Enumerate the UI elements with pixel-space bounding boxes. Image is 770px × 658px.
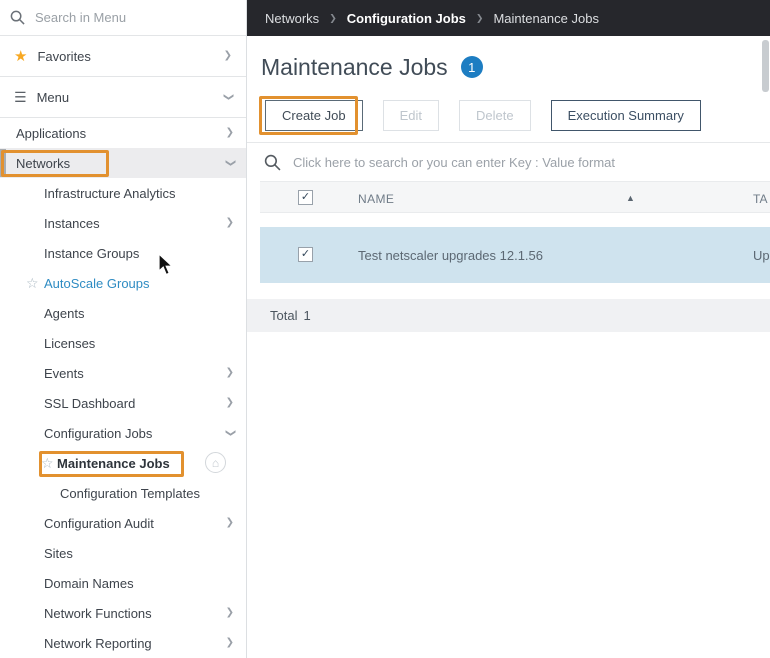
chevron-right-icon: ❯: [225, 607, 234, 618]
sidebar-item-label: AutoScale Groups: [44, 275, 150, 291]
sidebar-item-licenses[interactable]: Licenses: [0, 328, 246, 358]
select-all-checkbox[interactable]: ✓: [298, 190, 313, 205]
breadcrumb-maintenance-jobs[interactable]: Maintenance Jobs: [493, 11, 599, 26]
sidebar-favorites[interactable]: ★ Favorites ❯: [0, 36, 246, 77]
table-search-input[interactable]: [291, 153, 770, 171]
table-search: [247, 143, 770, 181]
sidebar-item-domain-names[interactable]: Domain Names: [0, 568, 246, 598]
star-icon: ★: [14, 47, 28, 65]
sidebar-menu-header[interactable]: ☰ Menu ❯: [0, 77, 246, 118]
home-icon[interactable]: ⌂: [205, 452, 226, 473]
sidebar-item-label: SSL Dashboard: [44, 395, 136, 411]
sidebar-item-label: Sites: [44, 545, 73, 561]
chevron-right-icon: ❯: [225, 637, 234, 648]
sidebar-item-label: Configuration Templates: [60, 485, 200, 501]
check-glyph: ✓: [300, 191, 311, 203]
execution-summary-button[interactable]: Execution Summary: [550, 100, 701, 131]
toolbar: Create Job Edit Delete Execution Summary: [247, 100, 770, 131]
sidebar-item-infrastructure-analytics[interactable]: Infrastructure Analytics: [0, 178, 246, 208]
sidebar-item-network-reporting[interactable]: Network Reporting ❯: [0, 628, 246, 658]
menu-label: Menu: [36, 89, 70, 105]
chevron-down-icon: ❯: [222, 92, 234, 102]
column-header-ta[interactable]: TA: [753, 192, 767, 206]
breadcrumb-networks[interactable]: Networks: [265, 11, 319, 26]
sidebar-search: [0, 0, 246, 36]
sidebar-item-label: Instance Groups: [44, 245, 140, 261]
sidebar-item-agents[interactable]: Agents: [0, 298, 246, 328]
sidebar-item-configuration-jobs[interactable]: Configuration Jobs ❯: [0, 418, 246, 448]
menu-icon: ☰: [14, 89, 27, 105]
job-name-cell[interactable]: Test netscaler upgrades 12.1.56: [358, 248, 543, 263]
sidebar-item-label: Maintenance Jobs: [57, 455, 170, 471]
sidebar-item-instances[interactable]: Instances ❯: [0, 208, 246, 238]
sidebar-item-label: Configuration Audit: [44, 515, 154, 531]
main-content: Maintenance Jobs 1 Create Job Edit Delet…: [247, 36, 770, 658]
sidebar-item-label: Agents: [44, 305, 85, 321]
search-input[interactable]: [33, 9, 236, 26]
sidebar-item-label: Networks: [16, 155, 71, 171]
sidebar-item-autoscale-groups[interactable]: ☆ AutoScale Groups: [0, 268, 246, 298]
jobs-table: ✓ NAME ▲ TA ✓ Test netscaler upgrades 12…: [260, 181, 770, 283]
sidebar-item-maintenance-jobs[interactable]: ☆ Maintenance Jobs ⌂: [0, 448, 246, 478]
sidebar-item-applications[interactable]: Applications ❯: [0, 118, 246, 148]
delete-button[interactable]: Delete: [459, 100, 531, 131]
sidebar-item-network-functions[interactable]: Network Functions ❯: [0, 598, 246, 628]
sidebar-item-sites[interactable]: Sites: [0, 538, 246, 568]
active-indicator: [0, 149, 6, 177]
total-bar: Total 1: [247, 299, 770, 332]
column-header-name[interactable]: NAME: [358, 192, 394, 206]
home-glyph: ⌂: [211, 455, 220, 470]
sidebar-item-events[interactable]: Events ❯: [0, 358, 246, 388]
chevron-right-icon: ❯: [225, 397, 234, 408]
sidebar-item-label: Events: [44, 365, 84, 381]
row-checkbox[interactable]: ✓: [298, 247, 313, 262]
sort-asc-icon[interactable]: ▲: [626, 193, 635, 203]
chevron-right-icon: ❯: [225, 217, 234, 228]
chevron-right-icon: ❯: [225, 517, 234, 528]
chevron-right-icon: ❯: [225, 367, 234, 378]
app-window: ★ Favorites ❯ ☰ Menu ❯ Applications ❯ Ne…: [0, 0, 770, 658]
table-header-row: ✓ NAME ▲ TA: [260, 181, 770, 213]
sidebar-item-label: Infrastructure Analytics: [44, 185, 176, 201]
chevron-down-icon: ❯: [224, 428, 236, 438]
sidebar-item-ssl-dashboard[interactable]: SSL Dashboard ❯: [0, 388, 246, 418]
sidebar: ★ Favorites ❯ ☰ Menu ❯ Applications ❯ Ne…: [0, 0, 247, 658]
total-value: 1: [303, 308, 311, 323]
chevron-down-icon: ❯: [224, 158, 236, 168]
sidebar-item-instance-groups[interactable]: Instance Groups: [0, 238, 246, 268]
total-label: Total: [270, 308, 298, 323]
star-outline-icon: ☆: [26, 275, 39, 291]
chevron-right-icon: ❯: [475, 12, 484, 23]
page-title: Maintenance Jobs: [261, 53, 448, 80]
title-row: Maintenance Jobs 1: [247, 36, 770, 82]
table-row[interactable]: ✓ Test netscaler upgrades 12.1.56 Up: [260, 227, 770, 283]
sidebar-item-configuration-templates[interactable]: Configuration Templates: [0, 478, 246, 508]
sidebar-item-label: Network Functions: [44, 605, 152, 621]
sidebar-item-label: Network Reporting: [44, 635, 152, 651]
chevron-right-icon: ❯: [329, 12, 337, 23]
search-icon: [264, 154, 281, 171]
edit-button[interactable]: Edit: [382, 100, 439, 131]
breadcrumb: Networks ❯ Configuration Jobs ❯ Maintena…: [247, 0, 770, 36]
search-icon: [10, 10, 25, 25]
favorites-label: Favorites: [37, 48, 91, 64]
sidebar-item-label: Domain Names: [44, 575, 134, 591]
sidebar-item-label: Licenses: [44, 335, 96, 351]
breadcrumb-configuration-jobs[interactable]: Configuration Jobs: [347, 11, 466, 26]
sidebar-item-label: Configuration Jobs: [44, 425, 153, 441]
chevron-right-icon: ❯: [225, 127, 234, 138]
sidebar-item-networks[interactable]: Networks ❯: [0, 148, 246, 178]
sidebar-item-label: Instances: [44, 215, 100, 231]
star-outline-icon: ☆: [41, 455, 54, 471]
create-job-button[interactable]: Create Job: [265, 100, 363, 131]
chevron-right-icon: ❯: [223, 50, 232, 61]
check-glyph: ✓: [300, 248, 311, 260]
sidebar-item-label: Applications: [16, 125, 87, 141]
count-badge: 1: [460, 56, 483, 78]
vertical-scrollbar[interactable]: [762, 40, 769, 92]
job-ta-cell: Up: [753, 248, 770, 263]
sidebar-item-configuration-audit[interactable]: Configuration Audit ❯: [0, 508, 246, 538]
